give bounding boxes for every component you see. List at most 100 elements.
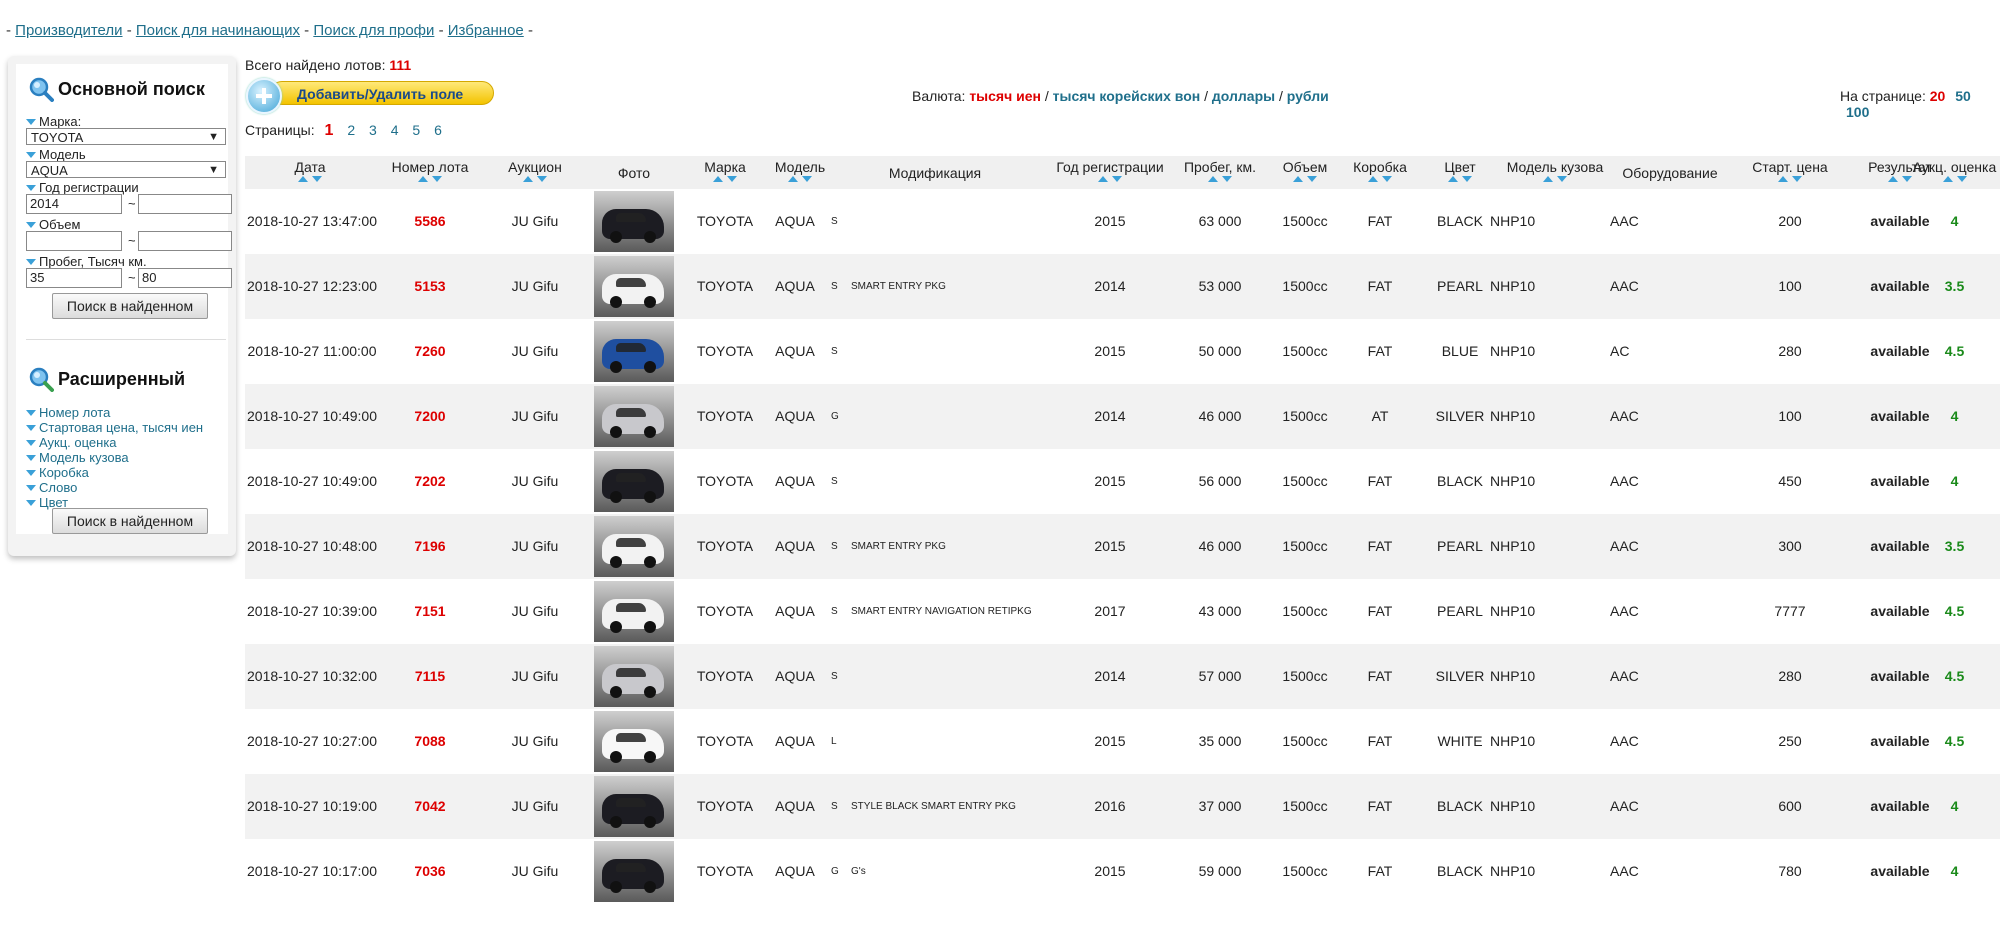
col-auction[interactable]: Аукцион bbox=[485, 156, 585, 189]
sort-arrows-icon[interactable] bbox=[485, 176, 585, 182]
col-volume[interactable]: Объем bbox=[1270, 156, 1340, 189]
table-row[interactable]: 2018-10-27 10:19:00 7042 JU Gifu TOYOTA AQUA… bbox=[245, 774, 2000, 839]
col-auction-score[interactable]: Аукц. оценка bbox=[1907, 156, 2000, 189]
year-from-input[interactable]: 2014 bbox=[26, 194, 122, 214]
sort-arrows-icon[interactable] bbox=[1345, 176, 1415, 182]
table-row[interactable]: 2018-10-27 11:00:00 7260 JU Gifu TOYOTA AQUA… bbox=[245, 319, 2000, 384]
cell-model: AQUA bbox=[775, 668, 815, 684]
car-photo-thumbnail[interactable] bbox=[594, 516, 674, 577]
car-photo-thumbnail[interactable] bbox=[594, 451, 674, 512]
cell-lot[interactable]: 7088 bbox=[375, 709, 485, 774]
cell-color: BLACK bbox=[1437, 798, 1483, 814]
cell-grade: S bbox=[831, 216, 838, 227]
cell-lot[interactable]: 7042 bbox=[375, 774, 485, 839]
col-make[interactable]: Марка bbox=[685, 156, 765, 189]
model-select[interactable]: AQUA ▼ bbox=[26, 161, 226, 178]
nav-link-pro-search[interactable]: Поиск для профи bbox=[313, 22, 434, 39]
adv-link-auction-score[interactable]: Аукц. оценка bbox=[26, 435, 117, 450]
cell-score: 4.5 bbox=[1944, 343, 1965, 359]
page-link[interactable]: 6 bbox=[434, 122, 442, 138]
table-row[interactable]: 2018-10-27 10:49:00 7200 JU Gifu TOYOTA AQUA… bbox=[245, 384, 2000, 449]
table-row[interactable]: 2018-10-27 10:27:00 7088 JU Gifu TOYOTA AQUA… bbox=[245, 709, 2000, 774]
car-photo-thumbnail[interactable] bbox=[594, 776, 674, 837]
col-lot[interactable]: Номер лота bbox=[375, 156, 485, 189]
adv-link-gearbox[interactable]: Коробка bbox=[26, 465, 89, 480]
nav-link-beginner-search[interactable]: Поиск для начинающих bbox=[136, 22, 300, 39]
col-mileage[interactable]: Пробег, км. bbox=[1160, 156, 1280, 189]
sort-arrows-icon[interactable] bbox=[245, 176, 375, 182]
currency-option-usd[interactable]: доллары bbox=[1212, 88, 1275, 104]
cell-model: AQUA bbox=[775, 278, 815, 294]
cell-lot[interactable]: 5586 bbox=[375, 189, 485, 254]
per-page-option-100[interactable]: 100 bbox=[1846, 104, 1869, 120]
car-photo-thumbnail[interactable] bbox=[594, 841, 674, 902]
sort-arrows-icon[interactable] bbox=[1485, 176, 1625, 182]
car-photo-thumbnail[interactable] bbox=[594, 646, 674, 707]
table-row[interactable]: 2018-10-27 10:17:00 7036 JU Gifu TOYOTA AQUA… bbox=[245, 839, 2000, 904]
mileage-to-input[interactable]: 80 bbox=[138, 268, 232, 288]
page-link[interactable]: 4 bbox=[391, 122, 399, 138]
cell-auction: JU Gifu bbox=[511, 668, 559, 684]
adv-link-lot-number[interactable]: Номер лота bbox=[26, 405, 110, 420]
adv-link-word[interactable]: Слово bbox=[26, 480, 77, 495]
adv-link-start-price[interactable]: Стартовая цена, тысяч иен bbox=[26, 420, 203, 435]
advanced-search-button[interactable]: Поиск в найденном bbox=[52, 508, 208, 534]
cell-lot[interactable]: 7115 bbox=[375, 644, 485, 709]
table-row[interactable]: 2018-10-27 10:32:00 7115 JU Gifu TOYOTA AQUA… bbox=[245, 644, 2000, 709]
cell-date: 2018-10-27 11:00:00 bbox=[247, 343, 377, 359]
currency-selected[interactable]: тысяч иен bbox=[969, 88, 1041, 104]
table-row[interactable]: 2018-10-27 13:47:00 5586 JU Gifu TOYOTA AQUA… bbox=[245, 189, 2000, 254]
sort-arrows-icon[interactable] bbox=[1160, 176, 1280, 182]
search-in-results-button[interactable]: Поиск в найденном bbox=[52, 293, 208, 319]
cell-lot[interactable]: 7202 bbox=[375, 449, 485, 514]
car-photo-thumbnail[interactable] bbox=[594, 386, 674, 447]
table-row[interactable]: 2018-10-27 10:49:00 7202 JU Gifu TOYOTA AQUA… bbox=[245, 449, 2000, 514]
cell-lot[interactable]: 7151 bbox=[375, 579, 485, 644]
page-link[interactable]: 2 bbox=[347, 122, 355, 138]
page-link[interactable]: 3 bbox=[369, 122, 377, 138]
mileage-from-input[interactable]: 35 bbox=[26, 268, 122, 288]
car-photo-thumbnail[interactable] bbox=[594, 321, 674, 382]
cell-lot[interactable]: 7260 bbox=[375, 319, 485, 384]
car-icon bbox=[602, 209, 664, 243]
col-start-price[interactable]: Старт. цена bbox=[1735, 156, 1845, 189]
col-label: Аукц. оценка bbox=[1912, 159, 1997, 175]
cell-lot[interactable]: 7036 bbox=[375, 839, 485, 904]
col-model[interactable]: Модель bbox=[765, 156, 835, 189]
sort-arrows-icon[interactable] bbox=[1270, 176, 1340, 182]
per-page-option-50[interactable]: 50 bbox=[1955, 88, 1971, 104]
car-photo-thumbnail[interactable] bbox=[594, 581, 674, 642]
volume-to-input[interactable] bbox=[138, 231, 232, 251]
sort-arrows-icon[interactable] bbox=[1907, 176, 2000, 182]
make-select[interactable]: TOYOTA ▼ bbox=[26, 128, 226, 145]
car-photo-thumbnail[interactable] bbox=[594, 711, 674, 772]
col-date[interactable]: Дата bbox=[245, 156, 375, 189]
cell-lot[interactable]: 7196 bbox=[375, 514, 485, 579]
add-remove-field-button[interactable]: Добавить/Удалить поле bbox=[246, 78, 496, 114]
adv-link-body-model[interactable]: Модель кузова bbox=[26, 450, 129, 465]
nav-link-favorites[interactable]: Избранное bbox=[448, 22, 524, 39]
cell-lot[interactable]: 5153 bbox=[375, 254, 485, 319]
cell-auction: JU Gifu bbox=[511, 538, 559, 554]
currency-option-krw[interactable]: тысяч корейских вон bbox=[1053, 88, 1201, 104]
page-link[interactable]: 5 bbox=[412, 122, 420, 138]
col-gearbox[interactable]: Коробка bbox=[1345, 156, 1415, 189]
sort-arrows-icon[interactable] bbox=[765, 176, 835, 182]
table-row[interactable]: 2018-10-27 10:39:00 7151 JU Gifu TOYOTA AQUA… bbox=[245, 579, 2000, 644]
chevron-down-icon bbox=[26, 258, 36, 265]
car-photo-thumbnail[interactable] bbox=[594, 191, 674, 252]
table-row[interactable]: 2018-10-27 12:23:00 5153 JU Gifu TOYOTA AQUA… bbox=[245, 254, 2000, 319]
per-page-selected[interactable]: 20 bbox=[1930, 88, 1946, 104]
year-to-input[interactable] bbox=[138, 194, 232, 214]
nav-link-manufacturers[interactable]: Производители bbox=[15, 22, 122, 39]
sort-arrows-icon[interactable] bbox=[685, 176, 765, 182]
cell-lot[interactable]: 7200 bbox=[375, 384, 485, 449]
table-row[interactable]: 2018-10-27 10:48:00 7196 JU Gifu TOYOTA AQUA… bbox=[245, 514, 2000, 579]
cell-make: TOYOTA bbox=[696, 668, 754, 684]
currency-option-rub[interactable]: рубли bbox=[1287, 88, 1329, 104]
col-body-model[interactable]: Модель кузова bbox=[1485, 156, 1625, 189]
car-photo-thumbnail[interactable] bbox=[594, 256, 674, 317]
sort-arrows-icon[interactable] bbox=[375, 176, 485, 182]
sort-arrows-icon[interactable] bbox=[1735, 176, 1845, 182]
volume-from-input[interactable] bbox=[26, 231, 122, 251]
